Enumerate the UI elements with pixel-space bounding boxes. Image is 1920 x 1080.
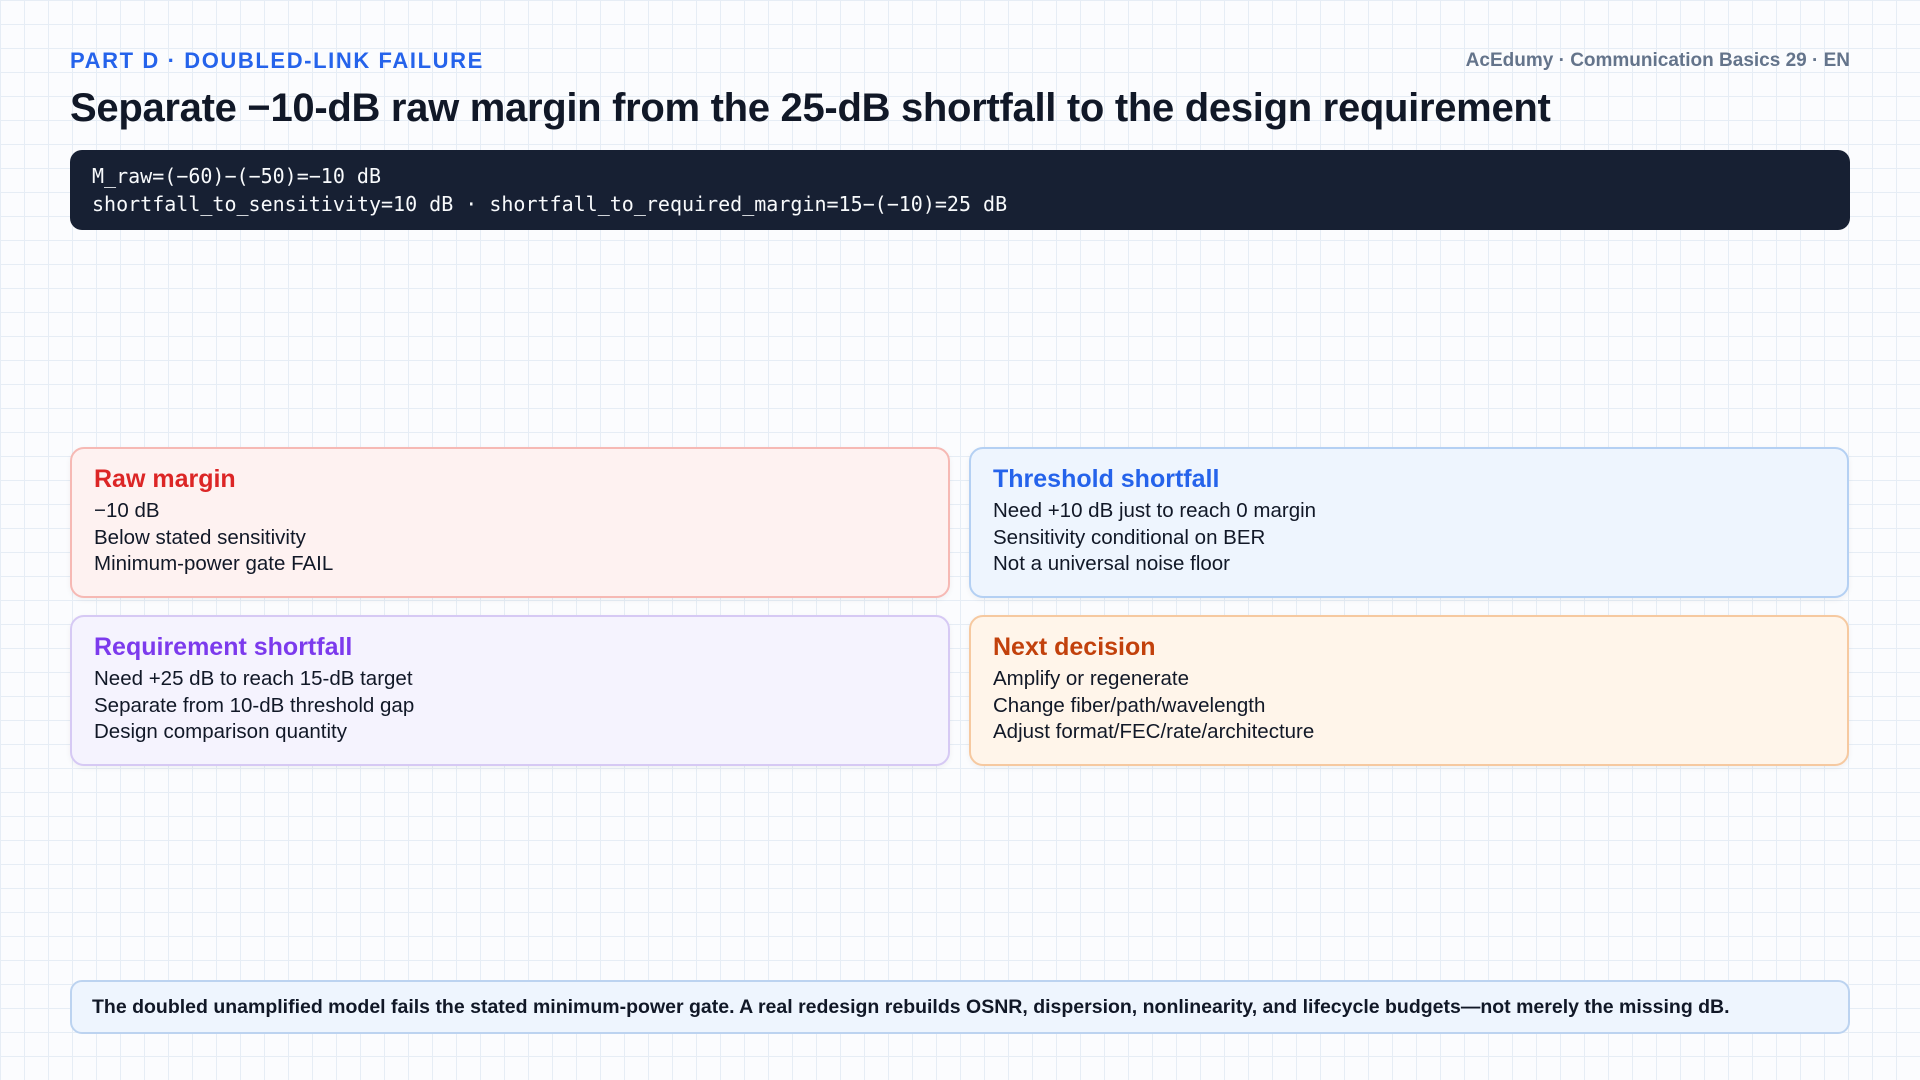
summary-note: The doubled unamplified model fails the … bbox=[70, 980, 1850, 1034]
card-raw-margin: Raw margin −10 dB Below stated sensitivi… bbox=[70, 447, 950, 598]
card-title: Requirement shortfall bbox=[94, 633, 353, 661]
card-line: Separate from 10-dB threshold gap bbox=[94, 693, 415, 717]
card-title: Raw margin bbox=[94, 465, 236, 493]
card-line: Minimum-power gate FAIL bbox=[94, 552, 334, 575]
card-line: Adjust format/FEC/rate/architecture bbox=[993, 720, 1315, 743]
card-line: Change fiber/path/wavelength bbox=[993, 693, 1266, 717]
formula-line-raw-margin: M_raw=(−60)−(−50)=−10 dB bbox=[92, 164, 381, 188]
card-line: Not a universal noise floor bbox=[993, 552, 1231, 575]
card-title: Threshold shortfall bbox=[993, 465, 1220, 493]
card-line: Sensitivity conditional on BER bbox=[993, 525, 1266, 549]
formula-line-shortfall: shortfall_to_sensitivity=10 dB · shortfa… bbox=[92, 192, 1008, 216]
card-requirement-shortfall: Requirement shortfall Need +25 dB to rea… bbox=[70, 615, 950, 766]
card-line: Below stated sensitivity bbox=[94, 525, 306, 549]
brand-label: AcEdumy · Communication Basics 29 · EN bbox=[1465, 50, 1850, 71]
card-next-decision: Next decision Amplify or regenerate Chan… bbox=[969, 615, 1849, 766]
card-title: Next decision bbox=[993, 633, 1156, 661]
card-line: Need +25 dB to reach 15-dB target bbox=[94, 667, 413, 690]
card-line: Amplify or regenerate bbox=[993, 667, 1189, 690]
formula-code-block: M_raw=(−60)−(−50)=−10 dB shortfall_to_se… bbox=[70, 150, 1850, 230]
card-line: Design comparison quantity bbox=[94, 720, 347, 743]
card-threshold-shortfall: Threshold shortfall Need +10 dB just to … bbox=[969, 447, 1849, 598]
section-kicker: PART D · DOUBLED-LINK FAILURE bbox=[70, 48, 484, 73]
page-title: Separate −10-dB raw margin from the 25-d… bbox=[70, 86, 1551, 130]
card-line: −10 dB bbox=[94, 499, 160, 522]
card-line: Need +10 dB just to reach 0 margin bbox=[993, 499, 1317, 522]
